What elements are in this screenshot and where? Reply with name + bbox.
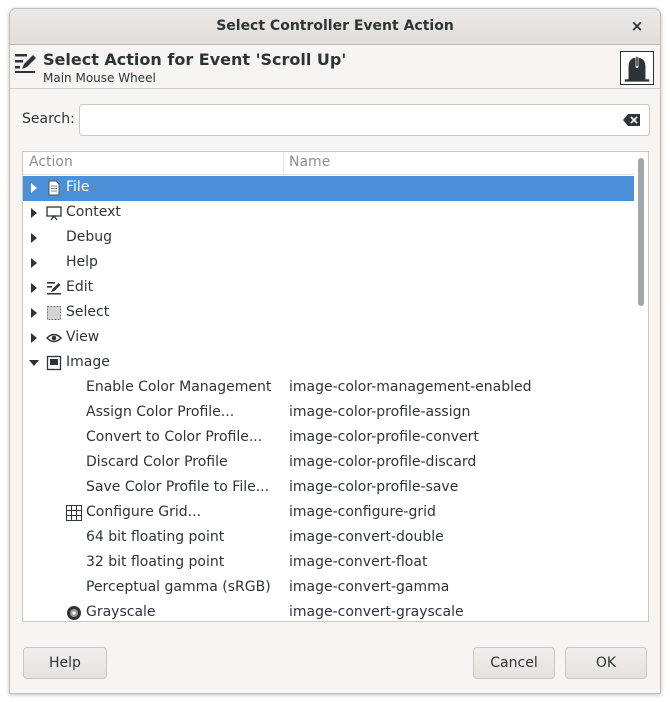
tree-row-action-name: image-color-profile-convert: [289, 429, 479, 445]
tree-row-action-label: Convert to Color Profile...: [86, 429, 263, 445]
tree-row-action-name: image-convert-gamma: [289, 579, 450, 595]
tree-row[interactable]: Assign Color Profile... image-color-profi…: [23, 401, 634, 426]
expander-collapsed-icon[interactable]: [29, 283, 39, 293]
clear-icon[interactable]: [623, 113, 641, 127]
cancel-button[interactable]: Cancel: [473, 647, 555, 679]
dialog-header: Select Action for Event 'Scroll Up' Main…: [10, 45, 660, 89]
tree-row-action-label: Edit: [66, 279, 94, 295]
header-subtitle: Main Mouse Wheel: [43, 71, 156, 85]
tree-row[interactable]: Perceptual gamma (sRGB) image-convert-gam…: [23, 576, 634, 601]
tree-row-action-label: File: [66, 179, 90, 195]
expander-expanded-icon[interactable]: [29, 358, 39, 368]
tree-row-action-label: Select: [66, 304, 110, 320]
context-icon: [46, 206, 62, 221]
expander-collapsed-icon[interactable]: [29, 308, 39, 318]
tree-row-action-label: Perceptual gamma (sRGB): [86, 579, 271, 595]
search-field[interactable]: [79, 104, 650, 136]
image-icon: [46, 355, 62, 371]
tree-row-action-name: image-color-management-enabled: [289, 379, 532, 395]
tree-row[interactable]: Select: [23, 301, 634, 326]
tree-row-action-label: Image: [66, 354, 110, 370]
tree-row[interactable]: Edit: [23, 276, 634, 301]
mouse-icon: [620, 51, 654, 85]
tree-row-action-label: Context: [66, 204, 121, 220]
file-icon: [48, 180, 60, 196]
tree-row-action-name: image-configure-grid: [289, 504, 436, 520]
tree-header: Action Name: [23, 152, 634, 175]
tree-row[interactable]: Grayscale image-convert-grayscale: [23, 601, 634, 621]
edit-icon: [15, 54, 36, 73]
select-icon: [47, 306, 61, 320]
header-title: Select Action for Event 'Scroll Up': [43, 50, 347, 69]
tree-row-action-label: Grayscale: [86, 604, 156, 620]
tree-row[interactable]: Image: [23, 351, 634, 376]
title-bar[interactable]: Select Controller Event Action ×: [10, 9, 660, 45]
tree-row-action-label: Assign Color Profile...: [86, 404, 235, 420]
eye-icon: [46, 333, 62, 343]
tree-row[interactable]: Configure Grid... image-configure-grid: [23, 501, 634, 526]
column-header-action[interactable]: Action: [29, 154, 73, 170]
tree-row[interactable]: File: [23, 176, 634, 201]
tree-row-action-label: Discard Color Profile: [86, 454, 228, 470]
tree-row[interactable]: Save Color Profile to File... image-color…: [23, 476, 634, 501]
edit-icon: [47, 282, 61, 295]
expander-collapsed-icon[interactable]: [29, 233, 39, 243]
ok-button[interactable]: OK: [565, 647, 647, 679]
column-header-name[interactable]: Name: [289, 154, 330, 170]
tree-row-action-label: 64 bit floating point: [86, 529, 225, 545]
grayscale-icon: [67, 606, 81, 620]
tree-row-action-label: Save Color Profile to File...: [86, 479, 270, 495]
tree-row-action-label: Enable Color Management: [86, 379, 272, 395]
tree-row-action-name: image-color-profile-discard: [289, 454, 477, 470]
tree-row[interactable]: Debug: [23, 226, 634, 251]
tree-row[interactable]: Discard Color Profile image-color-profile…: [23, 451, 634, 476]
search-label: Search:: [22, 111, 75, 127]
tree-row[interactable]: 64 bit floating point image-convert-doubl…: [23, 526, 634, 551]
action-tree[interactable]: Action Name File Context Debug Help Edit Sele…: [22, 151, 649, 622]
column-separator: [283, 152, 284, 175]
tree-row[interactable]: Context: [23, 201, 634, 226]
tree-row-action-name: image-color-profile-assign: [289, 404, 471, 420]
search-input[interactable]: [86, 109, 606, 131]
tree-row-action-name: image-convert-float: [289, 554, 428, 570]
tree-row-action-name: image-convert-grayscale: [289, 604, 464, 620]
expander-collapsed-icon[interactable]: [29, 208, 39, 218]
expander-collapsed-icon[interactable]: [29, 333, 39, 343]
tree-row-action-label: Configure Grid...: [86, 504, 202, 520]
expander-collapsed-icon[interactable]: [29, 258, 39, 268]
expander-collapsed-icon[interactable]: [29, 183, 39, 193]
grid-icon: [66, 505, 82, 521]
close-icon[interactable]: ×: [628, 17, 646, 35]
vertical-scrollbar[interactable]: [634, 152, 648, 621]
window-title: Select Controller Event Action: [216, 18, 454, 34]
tree-row-action-label: Debug: [66, 229, 113, 245]
tree-row-action-label: View: [66, 329, 100, 345]
dialog-window: Select Controller Event Action × Select …: [9, 8, 661, 694]
scrollbar-thumb[interactable]: [638, 158, 644, 306]
tree-row[interactable]: Help: [23, 251, 634, 276]
tree-row[interactable]: View: [23, 326, 634, 351]
help-button[interactable]: Help: [23, 647, 107, 679]
tree-row[interactable]: Convert to Color Profile... image-color-p…: [23, 426, 634, 451]
tree-row-action-name: image-color-profile-save: [289, 479, 459, 495]
tree-row[interactable]: 32 bit floating point image-convert-float: [23, 551, 634, 576]
tree-row-action-label: 32 bit floating point: [86, 554, 225, 570]
tree-row[interactable]: Enable Color Management image-color-manag…: [23, 376, 634, 401]
tree-row-action-name: image-convert-double: [289, 529, 444, 545]
tree-row-action-label: Help: [66, 254, 98, 270]
